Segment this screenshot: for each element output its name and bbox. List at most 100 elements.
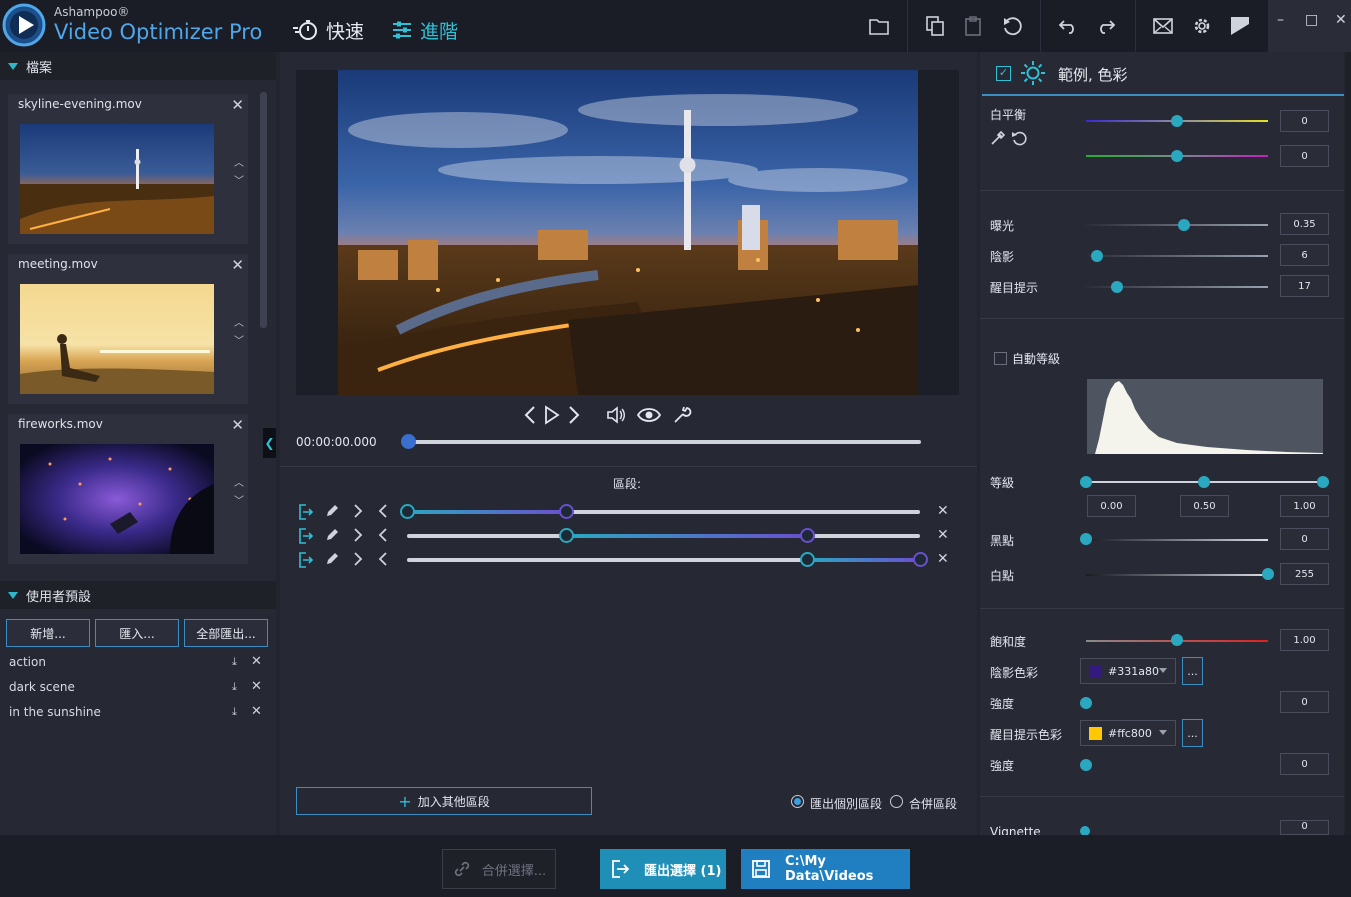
segment-export-icon[interactable] — [299, 504, 313, 520]
white-point-slider[interactable] — [1086, 574, 1268, 576]
files-section-header[interactable]: 檔案 — [0, 52, 276, 80]
shadows-value[interactable]: 6 — [1280, 244, 1329, 266]
shadows-slider[interactable] — [1086, 255, 1268, 257]
delete-icon[interactable]: ✕ — [251, 654, 262, 669]
video-preview[interactable] — [338, 70, 918, 395]
theme-icon[interactable] — [1228, 14, 1252, 38]
slider-knob[interactable] — [1110, 281, 1123, 293]
segment-export-icon[interactable] — [299, 552, 313, 568]
download-icon[interactable]: ⤓ — [232, 655, 237, 669]
remove-segment-icon[interactable]: ✕ — [937, 551, 949, 567]
shadow-color-more-button[interactable]: ... — [1182, 657, 1203, 685]
highlight-color-more-button[interactable]: ... — [1182, 719, 1203, 747]
eyedropper-icon[interactable] — [990, 130, 1006, 146]
blue-yellow-value[interactable]: 0 — [1280, 110, 1329, 132]
preset-item[interactable]: in the sunshine — [9, 705, 101, 719]
export-all-presets-button[interactable]: 全部匯出... — [184, 619, 268, 647]
highlight-color-select[interactable]: #ffc800 — [1080, 720, 1176, 746]
play-icon[interactable] — [544, 405, 560, 425]
slider-knob[interactable] — [1080, 476, 1092, 488]
remove-file-icon[interactable]: ✕ — [231, 96, 244, 114]
slider-knob[interactable] — [1171, 634, 1183, 646]
chevron-left-icon[interactable] — [378, 551, 388, 567]
output-folder-button[interactable]: C:\My Data\Videos — [741, 849, 910, 889]
green-magenta-value[interactable]: 0 — [1280, 145, 1329, 167]
reset-icon[interactable] — [1000, 14, 1024, 38]
gear-icon[interactable] — [1190, 14, 1214, 38]
previous-frame-icon[interactable] — [523, 405, 537, 425]
shadow-strength-value[interactable]: 0 — [1280, 691, 1329, 713]
move-down-icon[interactable]: ﹀ — [234, 332, 244, 347]
exposure-slider[interactable] — [1086, 224, 1268, 226]
segment-export-icon[interactable] — [299, 528, 313, 544]
panel-scrollbar[interactable] — [1345, 52, 1351, 835]
remove-file-icon[interactable]: ✕ — [231, 416, 244, 434]
slider-knob[interactable] — [1080, 826, 1090, 835]
merge-segments-radio[interactable] — [890, 795, 903, 808]
playback-timeline[interactable] — [408, 440, 921, 444]
remove-segment-icon[interactable]: ✕ — [937, 527, 949, 543]
black-point-slider[interactable] — [1086, 539, 1268, 541]
presets-section-header[interactable]: 使用者預設 — [0, 581, 276, 609]
preview-eye-icon[interactable] — [637, 405, 661, 425]
slider-knob[interactable] — [1317, 476, 1329, 488]
files-scrollbar[interactable] — [260, 92, 267, 328]
export-individual-radio[interactable] — [791, 795, 804, 808]
volume-icon[interactable] — [606, 405, 626, 425]
slider-knob[interactable] — [1171, 115, 1183, 127]
mode-advanced-button[interactable]: 進階 — [392, 16, 458, 44]
segment-start-handle[interactable] — [559, 528, 575, 543]
chevron-right-icon[interactable] — [353, 503, 363, 519]
new-preset-button[interactable]: 新增... — [6, 619, 90, 647]
segment-end-handle[interactable] — [913, 552, 928, 567]
chevron-right-icon[interactable] — [353, 527, 363, 543]
levels-low-value[interactable]: 0.00 — [1087, 495, 1136, 517]
chevron-right-icon[interactable] — [353, 551, 363, 567]
shadow-color-select[interactable]: #331a80 — [1080, 658, 1176, 684]
levels-mid-value[interactable]: 0.50 — [1180, 495, 1229, 517]
move-up-icon[interactable]: ︿ — [234, 314, 244, 329]
panel-enable-checkbox[interactable]: ✓ — [996, 66, 1011, 81]
playhead-knob[interactable] — [401, 434, 416, 449]
remove-file-icon[interactable]: ✕ — [231, 256, 244, 274]
chevron-left-icon[interactable] — [378, 527, 388, 543]
auto-levels-checkbox[interactable] — [994, 352, 1007, 365]
pencil-icon[interactable] — [325, 552, 339, 566]
highlights-value[interactable]: 17 — [1280, 275, 1329, 297]
remove-segment-icon[interactable]: ✕ — [937, 503, 949, 519]
segment-start-handle[interactable] — [400, 504, 415, 519]
add-segment-button[interactable]: + 加入其他區段 — [296, 787, 592, 815]
delete-icon[interactable]: ✕ — [251, 704, 262, 719]
file-card[interactable]: skyline-evening.mov ✕ ︿ ﹀ — [8, 94, 248, 244]
pencil-icon[interactable] — [325, 504, 339, 518]
undo-icon[interactable] — [1056, 14, 1080, 38]
export-selection-button[interactable]: 匯出選擇 (1) — [600, 849, 726, 889]
chevron-left-icon[interactable] — [378, 503, 388, 519]
collapse-panel-button[interactable]: ❮ — [263, 428, 276, 458]
mail-icon[interactable] — [1151, 14, 1175, 38]
slider-knob[interactable] — [1080, 697, 1092, 709]
download-icon[interactable]: ⤓ — [232, 705, 237, 719]
maximize-button[interactable]: □ — [1305, 12, 1318, 28]
vignette-value[interactable]: 0 — [1280, 820, 1329, 835]
minimize-button[interactable]: – — [1277, 12, 1284, 28]
slider-knob[interactable] — [1080, 759, 1092, 771]
delete-icon[interactable]: ✕ — [251, 679, 262, 694]
move-down-icon[interactable]: ﹀ — [234, 492, 244, 507]
exposure-value[interactable]: 0.35 — [1280, 213, 1329, 235]
close-button[interactable]: ✕ — [1335, 12, 1347, 28]
white-point-value[interactable]: 255 — [1280, 563, 1329, 585]
paste-icon[interactable] — [961, 14, 985, 38]
redo-icon[interactable] — [1094, 14, 1118, 38]
mode-fast-button[interactable]: 快速 — [292, 16, 364, 44]
segment-end-handle[interactable] — [559, 504, 575, 519]
move-up-icon[interactable]: ︿ — [234, 474, 244, 489]
preset-item[interactable]: action — [9, 655, 46, 669]
highlight-strength-value[interactable]: 0 — [1280, 753, 1329, 775]
open-folder-icon[interactable] — [867, 14, 891, 38]
file-card[interactable]: fireworks.mov ✕ ︿ ﹀ — [8, 414, 248, 564]
download-icon[interactable]: ⤓ — [232, 680, 237, 694]
slider-knob[interactable] — [1198, 476, 1210, 488]
move-up-icon[interactable]: ︿ — [234, 154, 244, 169]
file-card[interactable]: meeting.mov ✕ ︿ ﹀ — [8, 254, 248, 404]
